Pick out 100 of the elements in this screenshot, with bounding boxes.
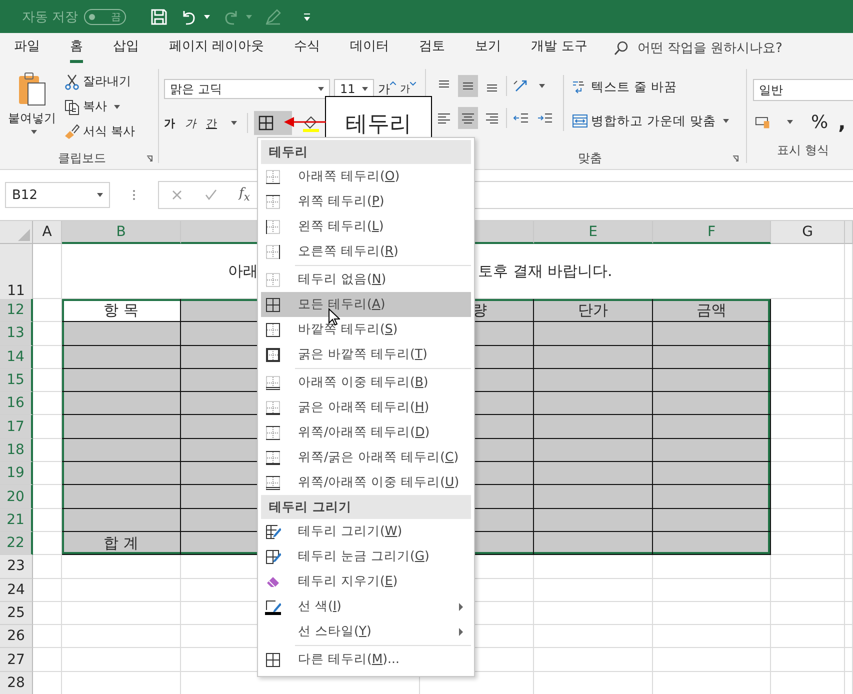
row-header[interactable]: 26 [0,625,33,648]
menu-item[interactable]: 위쪽/아래쪽 이중 테두리(U) [261,470,471,495]
tell-me-field[interactable]: 어떤 작업을 원하시나요? [637,39,782,57]
copy-icon [64,98,80,114]
caret-icon [362,87,368,91]
caret-icon[interactable] [539,84,545,88]
merge-center-button[interactable]: 병합하고 가운데 맞춤 [572,109,729,133]
ribbon-tab[interactable]: 데이터 [350,33,390,63]
all-borders-icon [258,115,274,131]
save-icon[interactable] [150,8,168,26]
pointer-arrow [284,116,326,128]
percent-button[interactable]: % [811,112,828,132]
name-box[interactable]: B12 [5,182,110,208]
shrink-font-button[interactable]: 가 [400,82,416,96]
row-header[interactable]: 17 [0,415,33,439]
all-borders-icon [265,296,281,312]
column-header[interactable]: G [771,221,845,244]
font-name-field[interactable]: 맑은 고딕 [164,79,330,99]
underline-button[interactable]: 간 [206,116,217,130]
menu-item[interactable]: 모든 테두리(A) [261,292,471,317]
top-border-icon [265,194,281,210]
align-center-icon[interactable] [458,107,478,129]
caret-icon[interactable] [204,14,210,18]
menu-item[interactable]: 다른 테두리(M)... [261,647,471,672]
ribbon-tab[interactable]: 검토 [419,33,446,63]
double-bottom-border-icon [265,374,281,390]
menu-item[interactable]: 테두리 없음(N) [261,267,471,292]
row-header[interactable]: 27 [0,648,33,672]
borders-button[interactable] [254,111,292,135]
table-cell: 합 계 [62,532,181,556]
ribbon-tab[interactable]: 개발 도구 [531,33,588,63]
column-header[interactable]: B [62,221,181,244]
triangle-icon [18,229,30,241]
row-header[interactable]: 19 [0,462,33,486]
row-header[interactable]: 20 [0,485,33,509]
menu-item[interactable]: 위쪽/아래쪽 테두리(D) [261,420,471,445]
menu-item[interactable]: 테두리 그리기(W) [261,519,471,544]
row-header[interactable]: 25 [0,602,33,626]
cut-button[interactable]: 잘라내기 [64,71,135,92]
caret-icon[interactable] [787,120,793,124]
italic-button[interactable]: 가 [185,116,196,130]
search-icon[interactable] [613,40,630,56]
caret-icon [318,87,324,91]
ribbon-tab[interactable]: 삽입 [113,33,139,63]
menu-item[interactable]: 선 스타일(Y) [261,619,471,644]
wrap-text-button[interactable]: 텍스트 줄 바꿈 [572,75,729,99]
row-header[interactable]: 23 [0,555,33,579]
menu-item[interactable]: 왼쪽 테두리(L) [261,214,471,239]
row-header[interactable]: 24 [0,578,33,602]
column-header[interactable]: F [653,221,771,244]
row-header[interactable]: 21 [0,508,33,532]
column-header[interactable]: A [33,221,62,244]
copy-button[interactable]: 복사 [64,96,135,117]
row-header[interactable]: 16 [0,392,33,416]
menu-item[interactable]: 굵은 바깥쪽 테두리(T) [261,342,471,367]
dialog-launcher-icon[interactable] [732,155,740,163]
row-header[interactable]: 18 [0,438,33,462]
caret-icon [97,193,103,197]
caret-icon [114,104,120,108]
ribbon-tab[interactable]: 수식 [294,33,320,63]
caret-icon[interactable] [231,121,237,125]
row-header[interactable]: 15 [0,368,33,392]
table-cell [33,602,62,626]
sheet-title: 아래 [228,262,258,280]
all-borders-icon [265,652,281,668]
row-header[interactable]: 22 [0,532,33,556]
menu-item[interactable]: 선 색(I) [261,594,471,619]
ribbon-tab[interactable]: 보기 [475,33,502,63]
menu-item[interactable]: 테두리 눈금 그리기(G) [261,544,471,569]
row-header[interactable]: 14 [0,346,33,369]
row-header[interactable]: 11 [0,244,33,300]
menu-item[interactable]: 오른쪽 테두리(R) [261,239,471,264]
row-header[interactable]: 13 [0,322,33,346]
column-header[interactable]: E [534,221,653,244]
customize-icon[interactable] [302,12,312,22]
menu-item[interactable]: 굵은 아래쪽 테두리(H) [261,395,471,420]
menu-item[interactable]: 아래쪽 이중 테두리(B) [261,370,471,395]
top-double-bottom-border-icon [265,474,281,490]
insert-function-button[interactable]: f$_{x}$ [239,186,250,204]
row-header[interactable]: 12 [0,299,33,322]
bottom-border-icon [265,168,281,184]
active-cell[interactable]: 항 목 [62,299,181,322]
paste-button[interactable]: 붙여넣기 [6,71,58,147]
ribbon-tab[interactable]: 파일 [14,33,40,63]
align-middle-icon[interactable] [458,75,478,97]
table-cell: 금액 [653,299,771,322]
grow-font-button[interactable]: 가 [378,80,396,98]
number-format-field[interactable]: 일반 [753,79,853,101]
ribbon-tab[interactable]: 페이지 레이아웃 [169,33,264,63]
row-header[interactable]: 28 [0,672,33,694]
menu-item[interactable]: 테두리 지우기(E) [261,569,471,594]
fill-color-icon[interactable] [302,114,320,132]
format-painter-button[interactable]: 서식 복사 [64,121,135,142]
dialog-launcher-icon[interactable] [146,155,154,163]
outside-borders-icon [265,322,281,338]
menu-item[interactable]: 위쪽/굵은 아래쪽 테두리(C) [261,445,471,470]
table-cell [33,625,62,648]
thick-outside-borders-icon [265,346,281,362]
bold-button[interactable]: 가 [164,116,175,130]
group-label: 표시 형식 [777,142,829,158]
